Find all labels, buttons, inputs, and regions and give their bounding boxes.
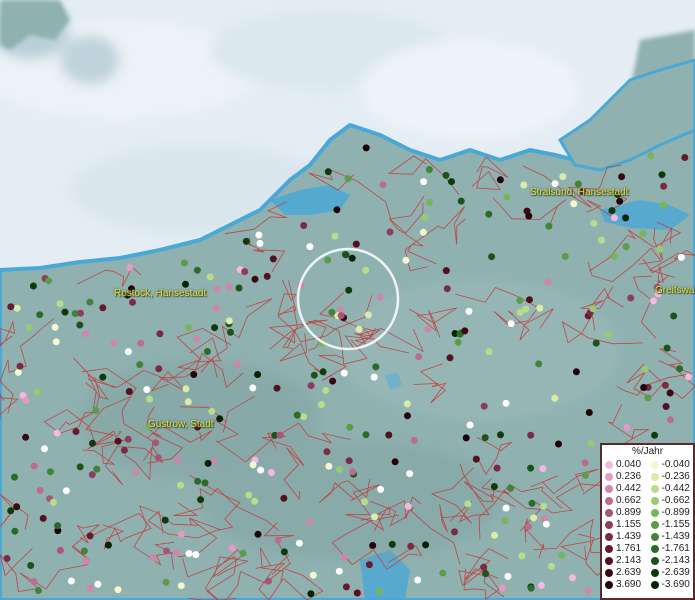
legend-entry-negative: -0.442	[648, 483, 694, 495]
legend-swatch	[605, 581, 613, 589]
legend-label: 0.236	[616, 471, 642, 482]
legend-swatch	[650, 533, 659, 541]
legend-label: -0.662	[661, 495, 690, 506]
legend-label: 2.143	[616, 555, 642, 566]
legend-swatch	[650, 569, 659, 577]
legend-swatch	[650, 509, 659, 517]
legend-label: -1.155	[661, 519, 690, 530]
legend: %/Jahr 0.040 -0.040 0.236 -0.236 0.442 -0.442…	[600, 443, 695, 600]
legend-row: 3.690 -3.690	[602, 579, 693, 591]
legend-row: 1.155 -1.155	[602, 519, 693, 531]
legend-swatch	[650, 461, 659, 469]
legend-row: 0.442 -0.442	[602, 483, 693, 495]
legend-label: -0.899	[661, 507, 690, 518]
map-canvas[interactable]	[0, 0, 695, 600]
legend-entry-negative: -1.439	[648, 531, 694, 543]
legend-label: -0.442	[661, 483, 690, 494]
legend-entry-positive: 1.155	[602, 519, 648, 531]
city-label-rostock: Rostock, Hansestadt	[114, 288, 207, 299]
legend-label: 3.690	[616, 579, 642, 590]
legend-label: 0.442	[616, 483, 642, 494]
legend-swatch	[650, 485, 659, 493]
legend-row: 2.143 -2.143	[602, 555, 693, 567]
legend-swatch	[605, 557, 613, 565]
legend-rows: 0.040 -0.040 0.236 -0.236 0.442 -0.442 0.662 -0…	[602, 459, 693, 591]
legend-label: 1.761	[616, 543, 642, 554]
legend-swatch	[650, 497, 659, 505]
legend-label: 2.639	[616, 567, 642, 578]
legend-row: 2.639 -2.639	[602, 567, 693, 579]
legend-row: 1.439 -1.439	[602, 531, 693, 543]
city-label-stralsund: Stralsund, Hansestadt	[530, 187, 629, 198]
legend-entry-positive: 0.236	[602, 471, 648, 483]
legend-label: -0.236	[661, 471, 690, 482]
legend-entry-negative: -0.662	[648, 495, 694, 507]
legend-swatch	[605, 545, 613, 553]
legend-title: %/Jahr	[631, 446, 664, 457]
legend-entry-positive: 2.143	[602, 555, 648, 567]
legend-entry-positive: 0.662	[602, 495, 648, 507]
legend-label: 0.040	[616, 459, 642, 470]
legend-entry-negative: -1.155	[648, 519, 694, 531]
legend-entry-negative: -2.639	[648, 567, 694, 579]
legend-entry-positive: 1.439	[602, 531, 648, 543]
legend-swatch	[605, 509, 613, 517]
legend-label: -0.040	[661, 459, 690, 470]
legend-entry-negative: -2.143	[648, 555, 694, 567]
legend-swatch	[605, 569, 613, 577]
legend-entry-positive: 0.040	[602, 459, 648, 471]
legend-entry-positive: 0.899	[602, 507, 648, 519]
legend-entry-negative: -3.690	[648, 579, 694, 591]
legend-label: -3.690	[661, 579, 690, 590]
legend-entry-positive: 2.639	[602, 567, 648, 579]
legend-swatch	[650, 557, 659, 565]
legend-label: -1.761	[661, 543, 690, 554]
legend-row: 0.899 -0.899	[602, 507, 693, 519]
legend-row: 0.662 -0.662	[602, 495, 693, 507]
legend-swatch	[605, 473, 613, 481]
legend-entry-negative: -0.899	[648, 507, 694, 519]
legend-row: 1.761 -1.761	[602, 543, 693, 555]
legend-label: -2.639	[661, 567, 690, 578]
legend-entry-negative: -1.761	[648, 543, 694, 555]
city-label-greifswald: Greifswald	[655, 285, 695, 296]
legend-entry-negative: -0.040	[648, 459, 694, 471]
legend-swatch	[605, 497, 613, 505]
legend-row: 0.040 -0.040	[602, 459, 693, 471]
legend-label: -1.439	[661, 531, 690, 542]
legend-swatch	[605, 521, 613, 529]
legend-label: 1.439	[616, 531, 642, 542]
legend-entry-positive: 0.442	[602, 483, 648, 495]
legend-swatch	[605, 461, 613, 469]
legend-swatch	[605, 533, 613, 541]
legend-swatch	[605, 485, 613, 493]
legend-entry-positive: 3.690	[602, 579, 648, 591]
legend-swatch	[650, 521, 659, 529]
legend-label: 0.662	[616, 495, 642, 506]
city-label-guestrow: Güstrow, Stadt	[148, 419, 214, 430]
legend-label: 1.155	[616, 519, 642, 530]
legend-entry-positive: 1.761	[602, 543, 648, 555]
legend-swatch	[650, 473, 659, 481]
legend-swatch	[650, 545, 659, 553]
legend-label: -2.143	[661, 555, 690, 566]
legend-label: 0.899	[616, 507, 642, 518]
legend-swatch	[650, 581, 659, 589]
legend-entry-negative: -0.236	[648, 471, 694, 483]
legend-row: 0.236 -0.236	[602, 471, 693, 483]
